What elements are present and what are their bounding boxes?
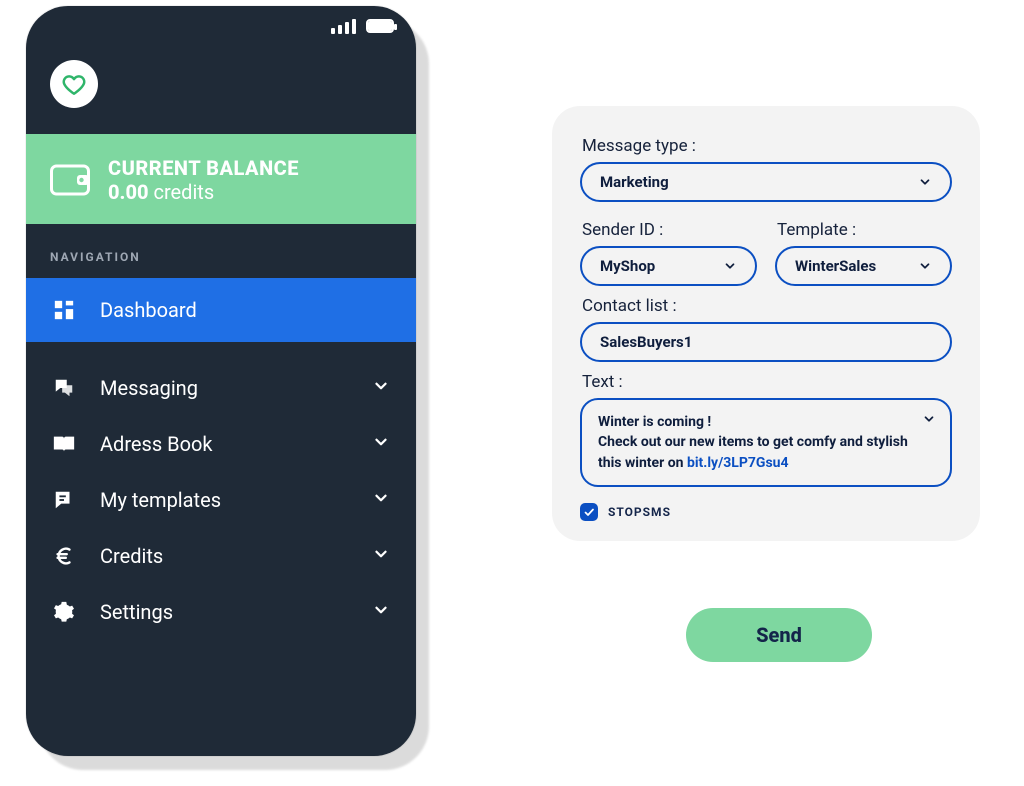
status-bar <box>26 6 416 46</box>
contact-list-label: Contact list : <box>582 296 952 316</box>
dashboard-icon <box>50 299 78 321</box>
chevron-down-icon <box>918 259 932 273</box>
chevron-down-icon <box>372 600 390 624</box>
chevron-down-icon <box>918 175 932 189</box>
gear-icon <box>50 601 78 623</box>
message-text-link[interactable]: bit.ly/3LP7Gsu4 <box>687 455 789 471</box>
phone-frame: CURRENT BALANCE 0.00 credits NAVIGATION … <box>26 6 416 756</box>
balance-unit: credits <box>154 180 215 204</box>
nav-item-label: Settings <box>100 600 173 624</box>
balance-card: CURRENT BALANCE 0.00 credits <box>26 134 416 224</box>
balance-title: CURRENT BALANCE <box>108 156 299 180</box>
chevron-down-icon <box>372 432 390 456</box>
check-icon <box>583 506 595 518</box>
wallet-icon <box>50 163 90 197</box>
send-button[interactable]: Send <box>686 608 872 662</box>
signal-icon <box>331 19 356 34</box>
template-select[interactable]: WinterSales <box>775 246 952 286</box>
text-label: Text : <box>582 372 952 392</box>
stopsms-label: STOPSMS <box>608 505 671 519</box>
nav-item-messaging[interactable]: Messaging <box>26 360 416 416</box>
sender-id-value: MyShop <box>600 257 655 275</box>
nav-item-label: My templates <box>100 488 221 512</box>
sender-id-select[interactable]: MyShop <box>580 246 757 286</box>
nav-item-address-book[interactable]: Adress Book <box>26 416 416 472</box>
stopsms-option[interactable]: STOPSMS <box>580 503 952 521</box>
book-icon <box>50 434 78 454</box>
nav-item-templates[interactable]: My templates <box>26 472 416 528</box>
nav-section-header: NAVIGATION <box>26 224 416 278</box>
sender-id-label: Sender ID : <box>582 220 757 240</box>
message-text-area[interactable]: Winter is coming ! Check out our new ite… <box>580 398 952 487</box>
message-text-line1: Winter is coming ! <box>598 414 711 430</box>
logo-icon <box>61 71 87 97</box>
nav-item-settings[interactable]: Settings <box>26 584 416 640</box>
template-label: Template : <box>777 220 952 240</box>
app-logo <box>50 60 98 108</box>
nav-item-dashboard[interactable]: Dashboard <box>26 278 416 342</box>
stopsms-checkbox[interactable] <box>580 503 598 521</box>
message-type-select[interactable]: Marketing <box>580 162 952 202</box>
nav-item-label: Dashboard <box>100 298 197 322</box>
send-button-label: Send <box>756 623 802 647</box>
message-type-value: Marketing <box>600 173 669 191</box>
nav-item-credits[interactable]: Credits <box>26 528 416 584</box>
chevron-down-icon <box>372 544 390 568</box>
nav-item-label: Credits <box>100 544 163 568</box>
chevron-down-icon <box>922 412 936 432</box>
messaging-icon <box>50 377 78 399</box>
compose-form-panel: Message type : Marketing Sender ID : MyS… <box>552 106 980 541</box>
templates-icon <box>50 489 78 511</box>
battery-icon <box>366 19 394 33</box>
chevron-down-icon <box>372 488 390 512</box>
contact-list-value: SalesBuyers1 <box>600 333 692 351</box>
euro-icon <box>50 545 78 567</box>
template-value: WinterSales <box>795 257 876 275</box>
nav-item-label: Messaging <box>100 376 198 400</box>
message-type-label: Message type : <box>582 136 952 156</box>
contact-list-input[interactable]: SalesBuyers1 <box>580 322 952 362</box>
nav-item-label: Adress Book <box>100 432 213 456</box>
chevron-down-icon <box>372 376 390 400</box>
chevron-down-icon <box>723 259 737 273</box>
balance-amount: 0.00 <box>108 180 149 204</box>
balance-value: 0.00 credits <box>108 180 299 204</box>
